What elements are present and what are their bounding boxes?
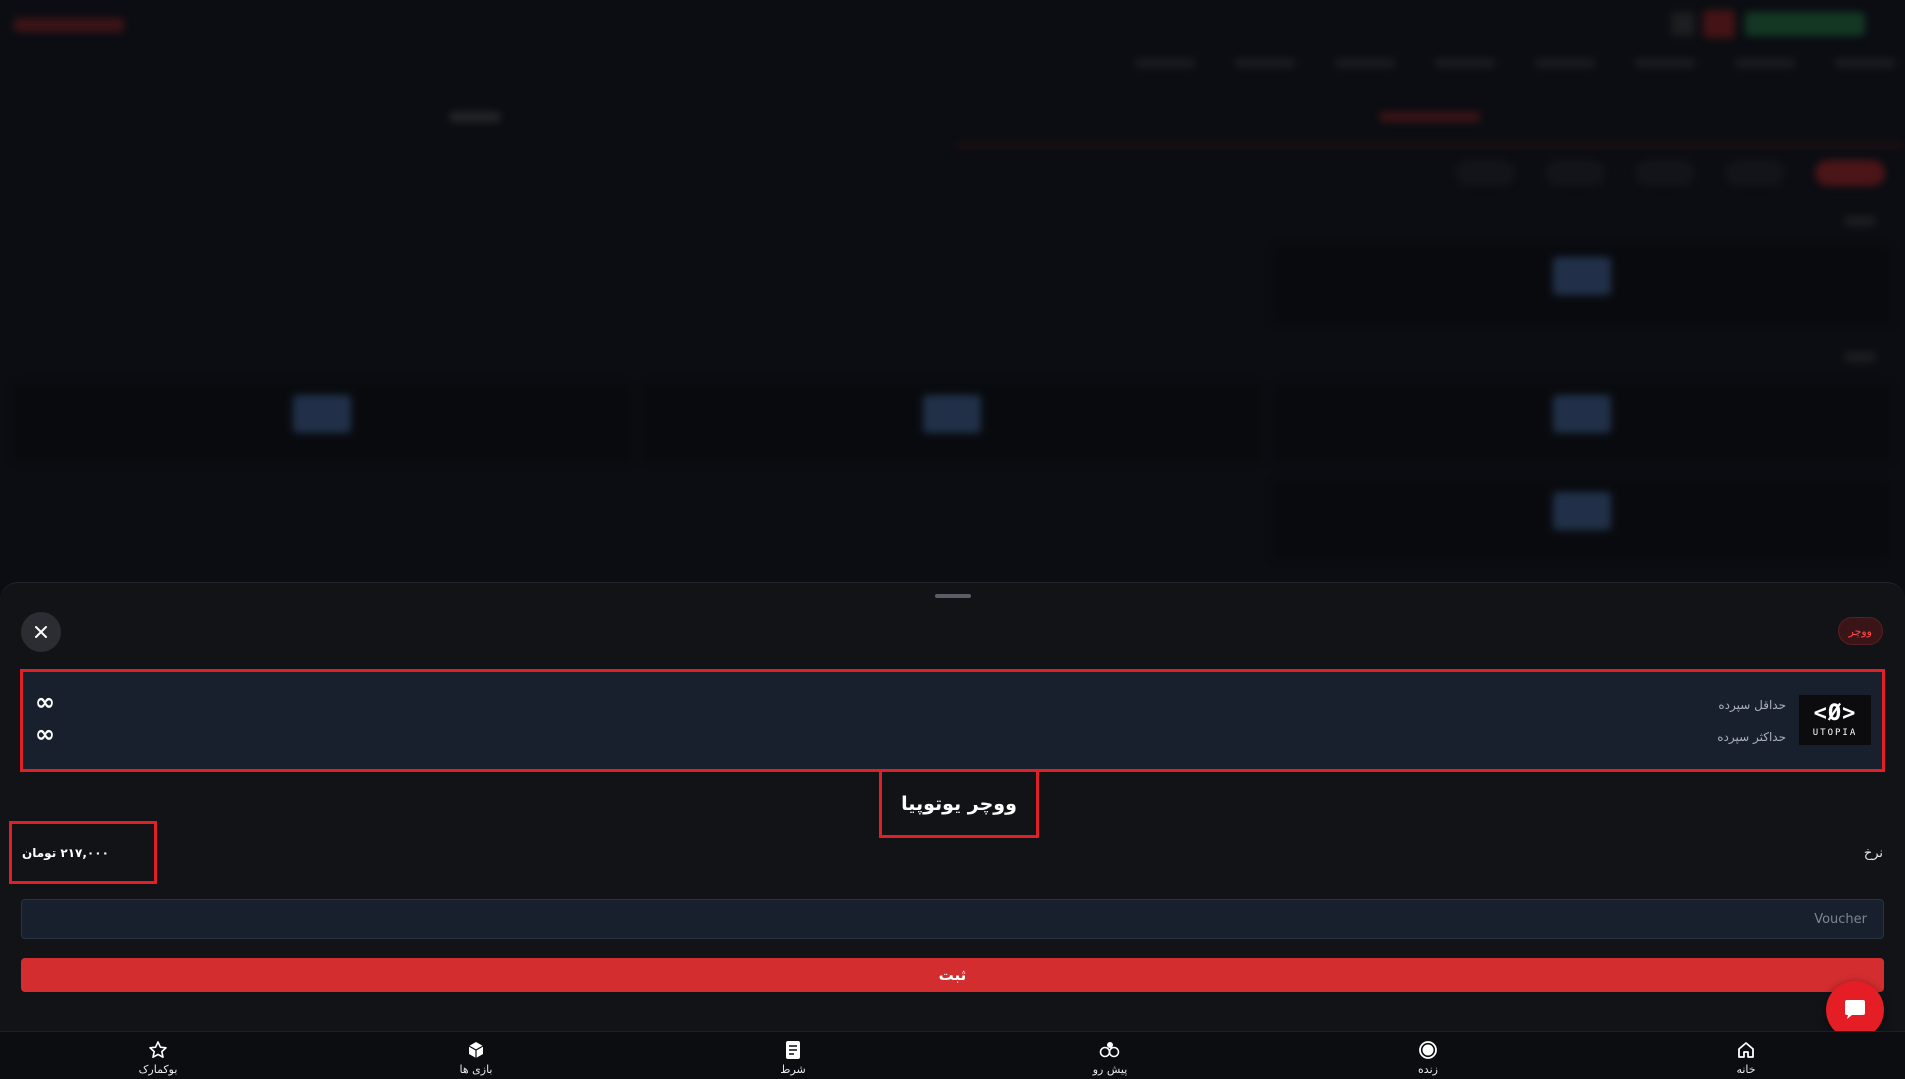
background-card xyxy=(1272,383,1892,463)
nav-item-upcoming[interactable]: پیش رو xyxy=(1050,1036,1170,1078)
background-tabs xyxy=(0,100,1905,150)
background-card xyxy=(642,383,1262,463)
chat-icon xyxy=(1845,1000,1865,1019)
star-icon xyxy=(147,1039,169,1061)
submit-button[interactable]: ثبت xyxy=(21,958,1884,992)
background-login-button xyxy=(1745,12,1865,36)
home-icon xyxy=(1735,1039,1757,1061)
utopia-logo-mark: <Ø> xyxy=(1813,700,1857,726)
background-icon xyxy=(1671,12,1695,36)
dice-icon xyxy=(465,1039,487,1061)
deposit-info-box: <Ø> UTOPIA حداقل سپرده حداکثر سپرده ∞ ∞ xyxy=(20,669,1885,772)
max-deposit-value: ∞ xyxy=(35,720,55,748)
voucher-sheet: ووچر <Ø> UTOPIA حداقل سپرده حداکثر سپرده… xyxy=(0,582,1905,1031)
voucher-input[interactable] xyxy=(21,899,1884,939)
close-icon xyxy=(35,626,47,638)
utopia-logo: <Ø> UTOPIA xyxy=(1799,695,1871,745)
nav-item-label: پیش رو xyxy=(1092,1062,1128,1076)
nav-item-live[interactable]: زنده xyxy=(1368,1036,1488,1078)
soccer-icon xyxy=(1099,1039,1121,1061)
background-red-button xyxy=(1703,10,1735,38)
nav-item-label: بازی ها xyxy=(459,1062,493,1076)
background-card xyxy=(12,383,632,463)
nav-item-label: شرط xyxy=(780,1062,806,1076)
background-nav xyxy=(1135,58,1895,68)
sheet-grabber-handle[interactable] xyxy=(935,594,971,598)
voucher-title: ووچر یوتوپیا xyxy=(901,792,1017,815)
bottom-nav: خانه زنده پیش رو شرط بازی ها بوکمارک xyxy=(0,1031,1905,1079)
utopia-logo-word: UTOPIA xyxy=(1812,727,1858,738)
voucher-title-box: ووچر یوتوپیا xyxy=(879,769,1039,838)
background-page xyxy=(0,0,1905,600)
background-chips xyxy=(1455,160,1885,186)
max-deposit-label: حداکثر سپرده xyxy=(1717,730,1786,744)
rate-value-box: ۲۱۷,۰۰۰ تومان xyxy=(9,821,157,884)
close-button[interactable] xyxy=(21,612,61,652)
bet-slip-icon xyxy=(782,1039,804,1061)
nav-item-label: زنده xyxy=(1418,1062,1438,1076)
background-card xyxy=(1272,480,1892,560)
nav-item-bookmark[interactable]: بوکمارک xyxy=(98,1036,218,1078)
background-logo xyxy=(14,18,124,32)
background-section-label xyxy=(1845,352,1875,362)
live-icon xyxy=(1417,1039,1439,1061)
rate-value: ۲۱۷,۰۰۰ تومان xyxy=(22,845,109,860)
nav-item-label: بوکمارک xyxy=(138,1062,178,1076)
voucher-badge: ووچر xyxy=(1837,617,1883,645)
nav-item-home[interactable]: خانه xyxy=(1686,1036,1806,1078)
nav-item-betslip[interactable]: شرط xyxy=(733,1036,853,1078)
rate-label: نرخ xyxy=(1863,846,1883,861)
nav-item-label: خانه xyxy=(1736,1062,1756,1076)
background-topbar xyxy=(0,0,1905,50)
nav-item-games[interactable]: بازی ها xyxy=(416,1036,536,1078)
min-deposit-label: حداقل سپرده xyxy=(1718,698,1786,712)
background-section-label xyxy=(1845,216,1875,226)
min-deposit-value: ∞ xyxy=(35,688,55,716)
background-card xyxy=(1272,245,1892,325)
